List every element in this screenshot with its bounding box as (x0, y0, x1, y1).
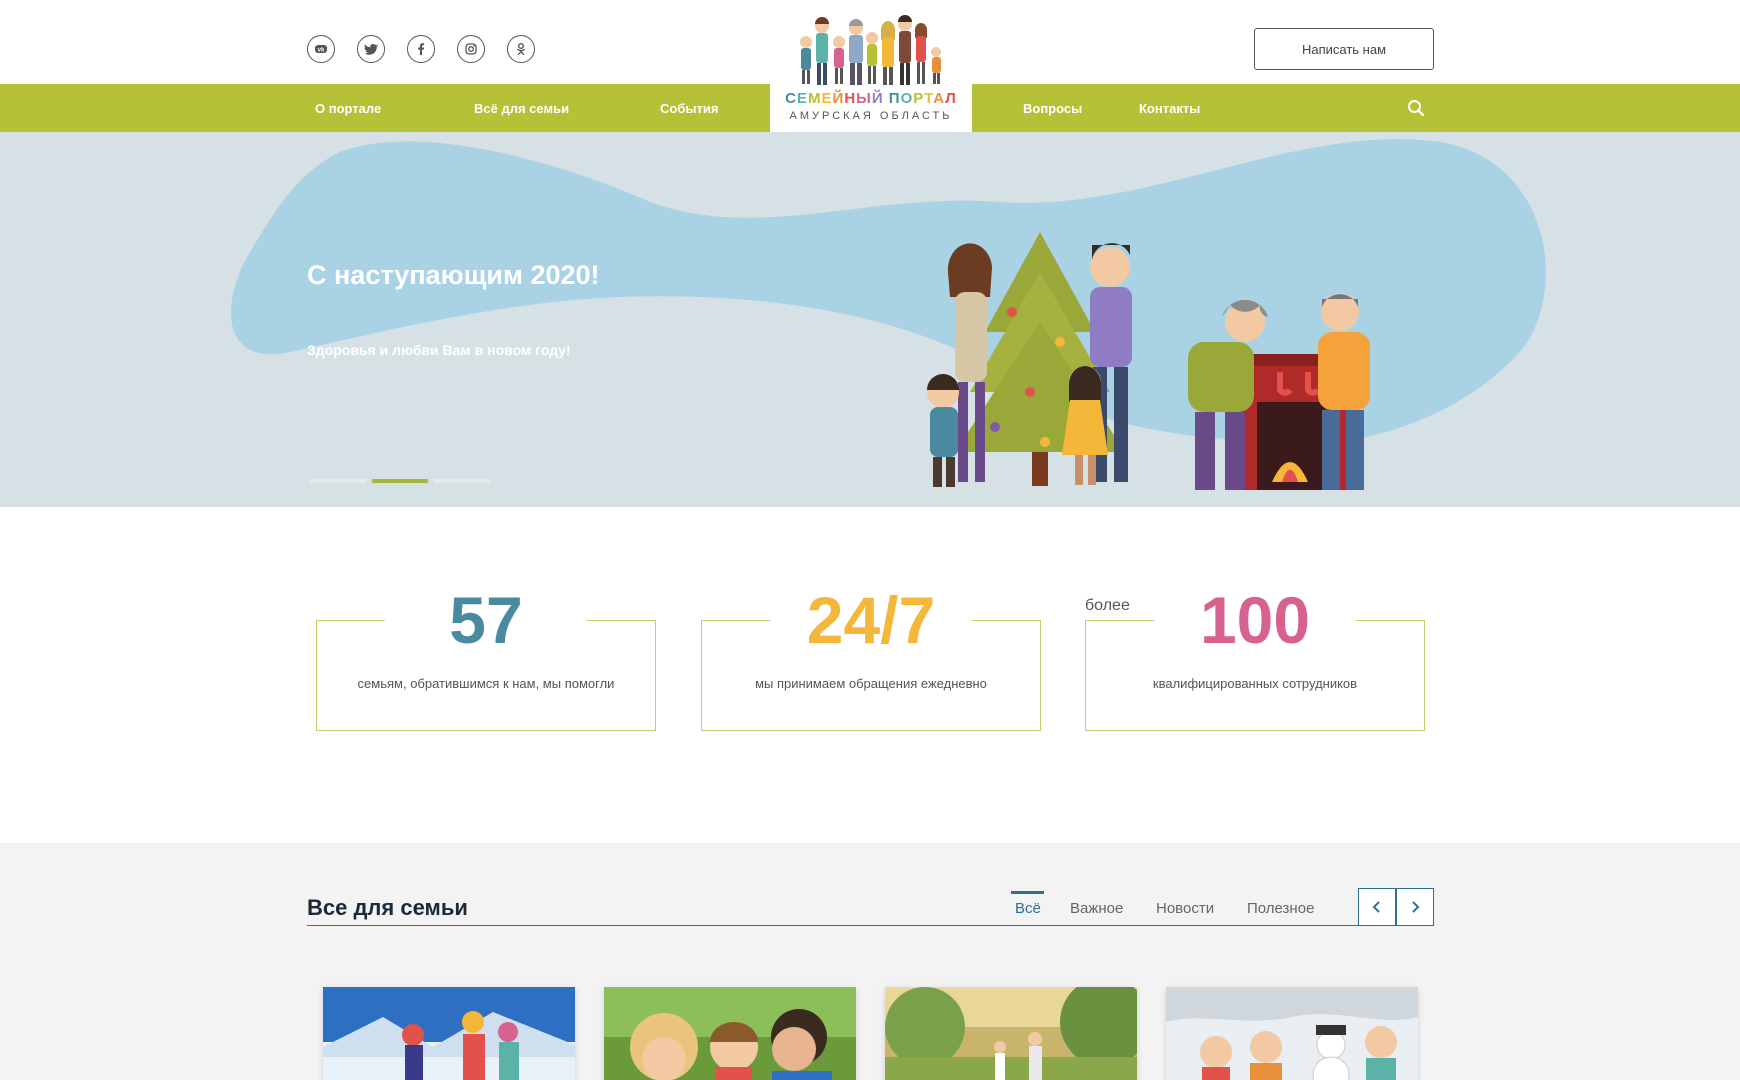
logo-title-letter: Р (913, 90, 925, 107)
logo-title-letter: О (900, 90, 914, 107)
instagram-icon[interactable] (457, 35, 485, 63)
slider-dot-active[interactable] (372, 479, 428, 483)
article-image-park-walk (885, 987, 1137, 1080)
hero-slider: С наступающим 2020! Здоровья и любви Вам… (0, 132, 1740, 507)
write-us-button[interactable]: Написать нам (1254, 28, 1434, 70)
next-button[interactable] (1396, 888, 1434, 926)
stats-section: семьям, обратившимся к нам, мы помогли 5… (0, 507, 1740, 843)
article-image-parents-baby (604, 987, 856, 1080)
article-image-snowman (1166, 987, 1418, 1080)
stat-number: 57 (385, 587, 587, 653)
logo-title-letter: П (888, 90, 901, 107)
article-card[interactable] (323, 987, 575, 1080)
logo-title-letter: А (933, 90, 946, 107)
hero-illustration (230, 139, 1546, 490)
search-icon[interactable] (1407, 99, 1425, 117)
svg-text:vk: vk (318, 48, 325, 54)
slider-dot[interactable] (310, 479, 366, 483)
facebook-icon[interactable] (407, 35, 435, 63)
nav-item-events[interactable]: События (660, 101, 718, 116)
logo-title-letter: Е (797, 90, 809, 107)
article-card[interactable] (604, 987, 856, 1080)
stat-number: 24/7 (770, 587, 972, 653)
logo-title-letter: М (808, 90, 822, 107)
section-title: Все для семьи (307, 895, 468, 920)
logo-title: СЕМЕЙНЫЙ ПОРТАЛ (770, 90, 972, 107)
family-section: Все для семьи Всё Важное Новости Полезно… (0, 843, 1740, 1080)
logo-title-letter: Л (945, 90, 957, 107)
nav-item-family[interactable]: Всё для семьи (474, 101, 569, 116)
stat-label: мы принимаем обращения ежедневно (755, 676, 987, 691)
hero-subtitle: Здоровья и любви Вам в новом году! (307, 342, 571, 358)
family-logo-illustration (800, 15, 941, 85)
chevron-left-icon (1372, 901, 1380, 913)
vk-icon[interactable]: vk (307, 35, 335, 63)
odnoklassniki-icon[interactable] (507, 35, 535, 63)
active-tab-indicator (1011, 891, 1044, 894)
article-image-ski (323, 987, 575, 1080)
stat-label: квалифицированных сотрудников (1152, 676, 1358, 691)
stat-prefix: более (1085, 597, 1136, 615)
article-card[interactable] (1166, 987, 1418, 1080)
tab-useful[interactable]: Полезное (1247, 900, 1314, 917)
slider-dots (310, 479, 490, 483)
social-links: vk (307, 35, 535, 63)
nav-item-contacts[interactable]: Контакты (1139, 101, 1200, 116)
stat-label: семьям, обратившимся к нам, мы помогли (357, 676, 615, 691)
nav-item-about[interactable]: О портале (315, 101, 381, 116)
tab-important[interactable]: Важное (1070, 900, 1123, 917)
site-logo[interactable]: СЕМЕЙНЫЙ ПОРТАЛ АМУРСКАЯ ОБЛАСТЬ (770, 0, 972, 132)
slider-dot[interactable] (434, 479, 490, 483)
logo-title-letter: Е (821, 90, 833, 107)
logo-title-letter: Н (844, 90, 857, 107)
chevron-right-icon (1412, 901, 1420, 913)
section-divider (307, 925, 1433, 926)
logo-title-letter: Й (832, 90, 845, 107)
logo-title-letter: Т (924, 90, 934, 107)
logo-subtitle: АМУРСКАЯ ОБЛАСТЬ (789, 110, 953, 122)
logo-title-letter: С (785, 90, 797, 107)
hero-title: С наступающим 2020! (307, 260, 600, 290)
logo-title-letter: Ы (856, 90, 872, 107)
tab-all[interactable]: Всё (1015, 900, 1041, 917)
twitter-icon[interactable] (357, 35, 385, 63)
prev-button[interactable] (1358, 888, 1396, 926)
tab-news[interactable]: Новости (1156, 900, 1214, 917)
nav-item-questions[interactable]: Вопросы (1023, 101, 1082, 116)
stat-number: 100 (1154, 587, 1356, 653)
article-card[interactable] (885, 987, 1137, 1080)
logo-title-letter: Й (871, 90, 884, 107)
